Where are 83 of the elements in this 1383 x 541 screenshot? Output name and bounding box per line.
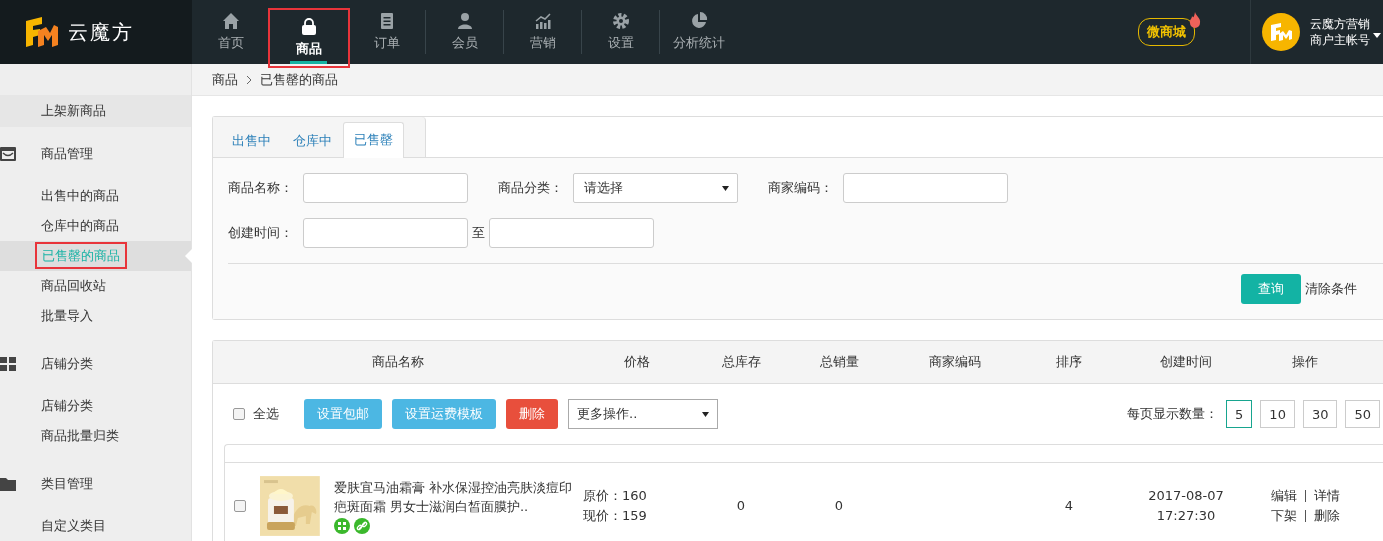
operation-link[interactable]: 删除 xyxy=(1313,505,1340,526)
created-time: 17:27:30 xyxy=(1156,506,1216,525)
account-name: 云魔方营销 xyxy=(1310,16,1370,32)
caret-icon xyxy=(702,411,709,417)
nav-tab[interactable]: 设置 xyxy=(582,10,660,54)
product-title[interactable]: 爱肤宜马油霜膏 补水保湿控油亮肤淡痘印疤斑面霜 男女士滋润白皙面膜护.. xyxy=(333,477,583,516)
sidebar-item[interactable]: 店铺分类 xyxy=(0,391,191,421)
sidebar-group-title: 店铺分类 xyxy=(41,355,93,373)
page-size-label: 每页显示数量： xyxy=(1127,405,1219,423)
nav-tab[interactable]: 订单 xyxy=(348,10,426,54)
date-field[interactable] xyxy=(489,218,654,248)
logo-text: 云魔方 xyxy=(68,18,134,46)
column-header: 总库存 xyxy=(720,353,762,371)
grid-icon xyxy=(0,357,16,371)
breadcrumb-item[interactable]: 商品 xyxy=(212,70,238,89)
breadcrumb-item: 已售罄的商品 xyxy=(260,70,338,89)
sidebar-item[interactable]: 批量导入 xyxy=(0,301,191,331)
field-label: 商品分类： xyxy=(498,179,564,197)
checkbox[interactable] xyxy=(233,408,245,420)
current-price: 现价：159 xyxy=(583,506,648,525)
avatar-icon[interactable] xyxy=(1262,13,1300,51)
column-header: 操作 xyxy=(1291,353,1319,371)
original-price: 原价：160 xyxy=(583,486,648,505)
sidebar-item[interactable]: 自定义类目 xyxy=(0,511,191,541)
field-label: 创建时间： xyxy=(228,224,294,242)
stock-cell: 0 xyxy=(736,498,746,513)
person-icon xyxy=(455,12,474,30)
account-role[interactable]: 商户主帐号 xyxy=(1310,32,1370,48)
sales-cell: 0 xyxy=(834,498,844,513)
select-all-label: 全选 xyxy=(253,405,279,423)
home-icon xyxy=(221,12,240,30)
sidebar-group-title: 类目管理 xyxy=(41,475,93,493)
range-separator: 至 xyxy=(472,224,485,242)
column-header: 价格 xyxy=(623,353,651,371)
pie-chart-icon xyxy=(690,12,708,30)
nav-tab[interactable]: 营销 xyxy=(504,10,582,54)
page-size-button[interactable]: 50 xyxy=(1345,400,1380,428)
clear-link[interactable]: 清除条件 xyxy=(1305,280,1357,298)
column-header: 商家编码 xyxy=(928,353,982,371)
date-field[interactable] xyxy=(303,218,468,248)
more-actions-select[interactable]: 更多操作.. xyxy=(568,399,718,429)
link-icon[interactable] xyxy=(353,517,370,534)
input-field[interactable] xyxy=(843,173,1008,203)
flame-icon xyxy=(1189,12,1201,28)
page-size-button[interactable]: 30 xyxy=(1302,400,1338,428)
page-size-button[interactable]: 5 xyxy=(1226,400,1253,428)
sidebar-item[interactable]: 商品回收站 xyxy=(0,271,191,301)
sidebar-group-title: 商品管理 xyxy=(41,145,93,163)
folder-icon xyxy=(0,477,16,491)
tab[interactable]: 仓库中 xyxy=(282,123,343,158)
tab[interactable]: 出售中 xyxy=(221,123,282,158)
action-button[interactable]: 删除 xyxy=(506,399,558,429)
nav-tab[interactable]: 分析统计 xyxy=(660,10,738,54)
sidebar-item[interactable]: 仓库中的商品 xyxy=(0,211,191,241)
sidebar-item[interactable]: 上架新商品 xyxy=(0,95,191,127)
sidebar-item[interactable]: 商品批量归类 xyxy=(0,421,191,451)
nav-tab[interactable]: 首页 xyxy=(192,10,270,54)
field-label: 商品名称： xyxy=(228,179,294,197)
created-date: 2017-08-07 xyxy=(1148,486,1224,505)
caret-icon xyxy=(722,185,729,191)
category-select[interactable]: 请选择 xyxy=(573,173,738,203)
qr-code-icon[interactable] xyxy=(333,517,350,534)
column-header: 总销量 xyxy=(818,353,860,371)
operation-link[interactable]: 详情 xyxy=(1313,485,1340,506)
column-header: 排序 xyxy=(1055,353,1083,371)
operation-link[interactable]: 下架 xyxy=(1270,505,1297,526)
chart-icon xyxy=(533,12,552,30)
column-header: 商品名称 xyxy=(371,353,425,371)
sort-cell: 4 xyxy=(1064,498,1074,513)
logo-icon xyxy=(24,17,58,47)
input-field[interactable] xyxy=(303,173,468,203)
column-header: 创建时间 xyxy=(1159,353,1213,371)
operation-link[interactable]: 编辑 xyxy=(1270,485,1297,506)
caret-icon[interactable] xyxy=(1373,33,1381,38)
checkbox[interactable] xyxy=(234,499,246,512)
chevron-icon xyxy=(246,74,252,85)
nav-tab[interactable]: 商品 xyxy=(270,10,348,66)
settings-icon xyxy=(611,12,630,30)
page-size-button[interactable]: 10 xyxy=(1260,400,1295,428)
nav-tab[interactable]: 会员 xyxy=(426,10,504,54)
sidebar-item[interactable]: 出售中的商品 xyxy=(0,181,191,211)
field-label: 商家编码： xyxy=(768,179,834,197)
tab[interactable]: 已售罄 xyxy=(343,122,404,158)
